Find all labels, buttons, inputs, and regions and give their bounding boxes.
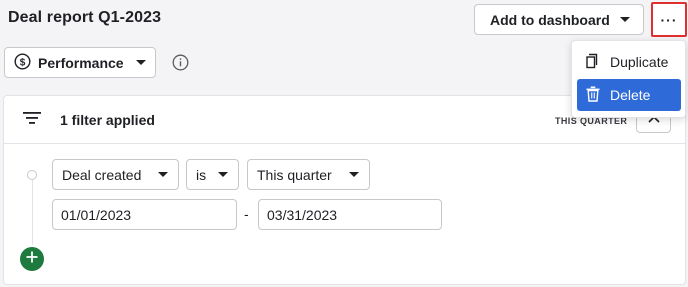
chevron-down-icon <box>619 17 630 22</box>
view-selector-button[interactable]: $ Performance <box>4 47 156 78</box>
chevron-down-icon <box>218 172 228 177</box>
menu-item-delete[interactable]: Delete <box>577 79 681 111</box>
menu-item-label: Delete <box>610 87 651 103</box>
add-filter-button[interactable] <box>20 247 44 271</box>
filter-field-value: Deal created <box>62 166 142 183</box>
plus-icon <box>26 250 38 268</box>
trash-icon <box>586 86 600 105</box>
chevron-down-icon <box>349 172 359 177</box>
rule-connector-line <box>32 180 33 245</box>
filter-operator-select[interactable]: is <box>186 159 239 190</box>
filter-icon <box>23 111 41 130</box>
svg-text:$: $ <box>20 57 26 68</box>
dollar-circle-icon: $ <box>14 52 31 73</box>
menu-item-duplicate[interactable]: Duplicate <box>577 46 681 78</box>
filter-panel: 1 filter applied THIS QUARTER Deal creat… <box>3 95 686 285</box>
more-options-button[interactable]: ··· <box>651 2 687 37</box>
start-date-input[interactable] <box>52 199 237 230</box>
filter-operator-value: is <box>196 166 207 183</box>
chevron-down-icon <box>158 172 168 177</box>
page-title: Deal report Q1-2023 <box>8 9 162 26</box>
more-options-menu: Duplicate Delete <box>571 40 686 118</box>
end-date-input[interactable] <box>258 199 442 230</box>
view-selector-label: Performance <box>38 54 124 71</box>
info-icon[interactable] <box>172 54 189 76</box>
date-range-separator: - <box>244 206 249 222</box>
filter-value-value: This quarter <box>257 166 332 183</box>
menu-item-label: Duplicate <box>610 54 669 70</box>
filter-value-select[interactable]: This quarter <box>247 159 370 190</box>
rule-node-dot <box>27 170 37 180</box>
filter-field-select[interactable]: Deal created <box>52 159 179 190</box>
copy-icon <box>586 53 600 72</box>
filter-summary: 1 filter applied <box>60 112 155 128</box>
add-to-dashboard-label: Add to dashboard <box>490 11 610 28</box>
chevron-down-icon <box>135 60 146 65</box>
add-to-dashboard-button[interactable]: Add to dashboard <box>474 4 644 35</box>
